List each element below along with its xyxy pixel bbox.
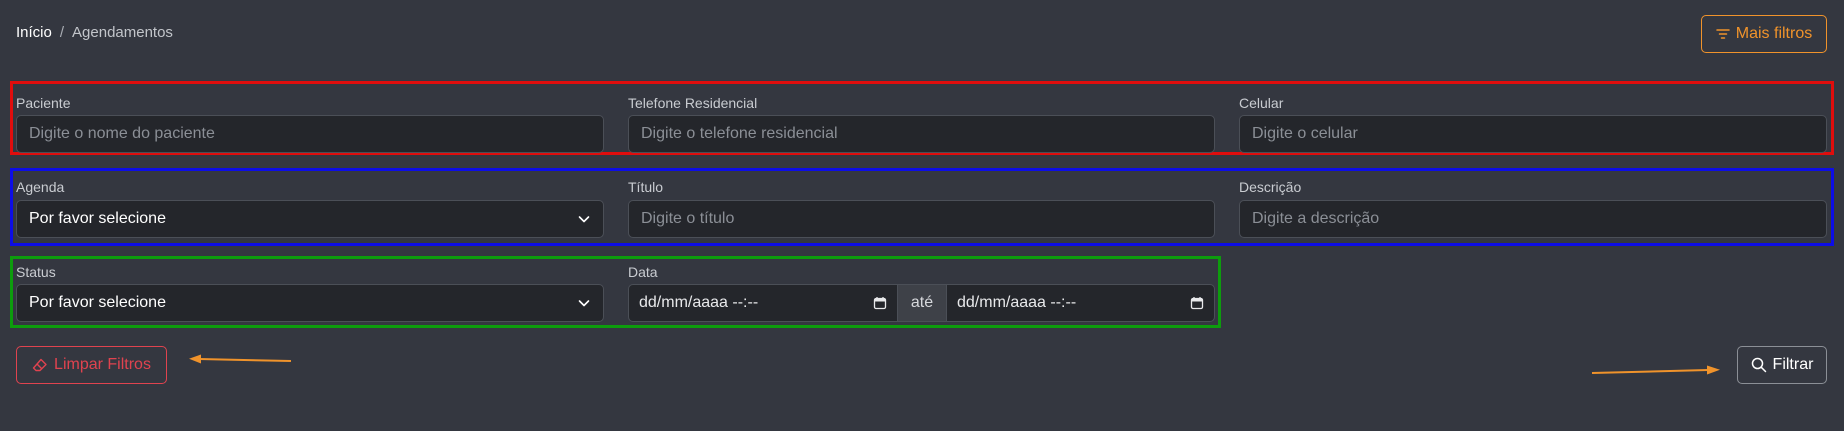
calendar-icon[interactable] bbox=[1190, 296, 1204, 310]
agenda-select-value: Por favor selecione bbox=[29, 210, 166, 227]
annotation-arrow-left bbox=[189, 354, 292, 364]
celular-input[interactable]: Digite o celular bbox=[1239, 115, 1827, 153]
descricao-input[interactable]: Digite a descrição bbox=[1239, 200, 1827, 238]
breadcrumb-separator: / bbox=[59, 24, 65, 41]
paciente-input[interactable]: Digite o nome do paciente bbox=[16, 115, 604, 153]
descricao-label: Descrição bbox=[1239, 179, 1302, 195]
annotation-arrow-right bbox=[1591, 365, 1720, 375]
filter-button[interactable]: Filtrar bbox=[1737, 346, 1827, 384]
telefone-label: Telefone Residencial bbox=[628, 95, 758, 111]
clear-filters-button[interactable]: Limpar Filtros bbox=[16, 346, 167, 384]
breadcrumb-home[interactable]: Início bbox=[16, 24, 52, 41]
telefone-input[interactable]: Digite o telefone residencial bbox=[628, 115, 1215, 153]
calendar-icon[interactable] bbox=[873, 296, 887, 310]
clear-filters-label: Limpar Filtros bbox=[54, 356, 151, 373]
filter-label: Filtrar bbox=[1772, 356, 1814, 373]
celular-label: Celular bbox=[1239, 95, 1284, 111]
titulo-input[interactable]: Digite o título bbox=[628, 200, 1215, 238]
titulo-label: Título bbox=[628, 179, 664, 195]
status-select-value: Por favor selecione bbox=[29, 294, 166, 311]
eraser-icon bbox=[32, 358, 47, 372]
chevron-down-icon bbox=[578, 216, 590, 223]
data-from-value: dd/mm/aaaa --:-- bbox=[639, 294, 759, 311]
data-to-value: dd/mm/aaaa --:-- bbox=[957, 294, 1077, 311]
filter-lines-icon bbox=[1716, 29, 1730, 39]
breadcrumb-current: Agendamentos bbox=[72, 24, 173, 41]
chevron-down-icon bbox=[578, 300, 590, 307]
agenda-select[interactable]: Por favor selecione bbox=[16, 200, 604, 238]
data-to-input[interactable]: dd/mm/aaaa --:-- bbox=[946, 284, 1215, 322]
data-label: Data bbox=[628, 264, 658, 280]
more-filters-button[interactable]: Mais filtros bbox=[1701, 15, 1827, 53]
data-from-input[interactable]: dd/mm/aaaa --:-- bbox=[628, 284, 898, 322]
date-range-connector: até bbox=[898, 284, 946, 322]
status-label: Status bbox=[16, 264, 56, 280]
paciente-label: Paciente bbox=[16, 95, 71, 111]
more-filters-label: Mais filtros bbox=[1735, 25, 1813, 42]
breadcrumb: Início / Agendamentos bbox=[16, 24, 173, 41]
agenda-label: Agenda bbox=[16, 179, 65, 195]
search-icon bbox=[1751, 357, 1766, 373]
status-select[interactable]: Por favor selecione bbox=[16, 284, 604, 322]
